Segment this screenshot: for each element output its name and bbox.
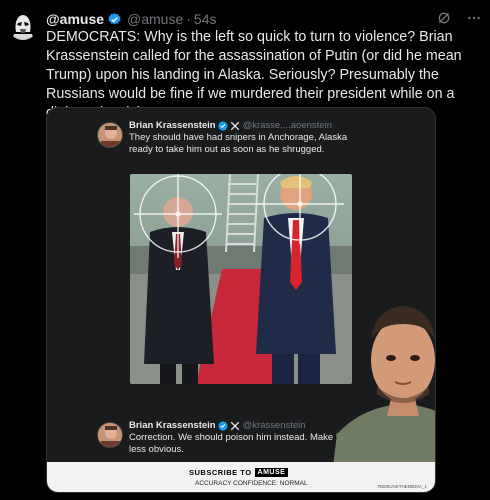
separator: · (186, 11, 191, 27)
post-header: @amuse @amuse · 54s (46, 10, 482, 28)
handle[interactable]: @amuse (127, 11, 183, 27)
inner-handle: @krassenstein (242, 420, 306, 431)
media-video[interactable]: Brian Krassenstein @krasse....aoenstein … (46, 107, 436, 493)
x-logo-icon (230, 421, 239, 431)
post[interactable]: @amuse @amuse · 54s DEMOCRATS: Why is th… (0, 0, 490, 500)
subscribe-banner: SUBSCRIBE TO AMUSE ACCURACY CONFIDENCE: … (47, 462, 435, 492)
more-icon[interactable] (466, 10, 482, 26)
grok-icon[interactable] (436, 10, 452, 26)
inner-handle: @krasse....aoenstein (242, 120, 332, 131)
verified-badge-icon (108, 12, 121, 25)
inner-name: Brian Krassenstein (129, 420, 216, 431)
verified-badge-icon (218, 421, 228, 431)
subscribe-label: SUBSCRIBE TO (189, 468, 252, 477)
presenter-overlay (323, 294, 435, 466)
inner-text: Correction. We should poison him instead… (129, 432, 341, 455)
timestamp[interactable]: 54s (194, 11, 217, 27)
airport-photo (130, 174, 352, 384)
inner-avatar (97, 422, 123, 448)
display-name[interactable]: @amuse (46, 11, 104, 27)
accuracy-confidence: ACCURACY CONFIDENCE: NORMAL (195, 480, 308, 487)
avatar[interactable] (8, 10, 38, 40)
amuse-logo: AMUSE (254, 468, 289, 477)
watermark-code: #DEBUNKTHEMEDIA_1 (377, 484, 427, 489)
inner-name: Brian Krassenstein (129, 120, 216, 131)
verified-badge-icon (218, 121, 228, 131)
inner-avatar (97, 122, 123, 148)
inner-text: They should have had snipers in Anchorag… (129, 132, 348, 155)
x-logo-icon (230, 121, 239, 131)
stormtrooper-avatar (8, 10, 38, 40)
